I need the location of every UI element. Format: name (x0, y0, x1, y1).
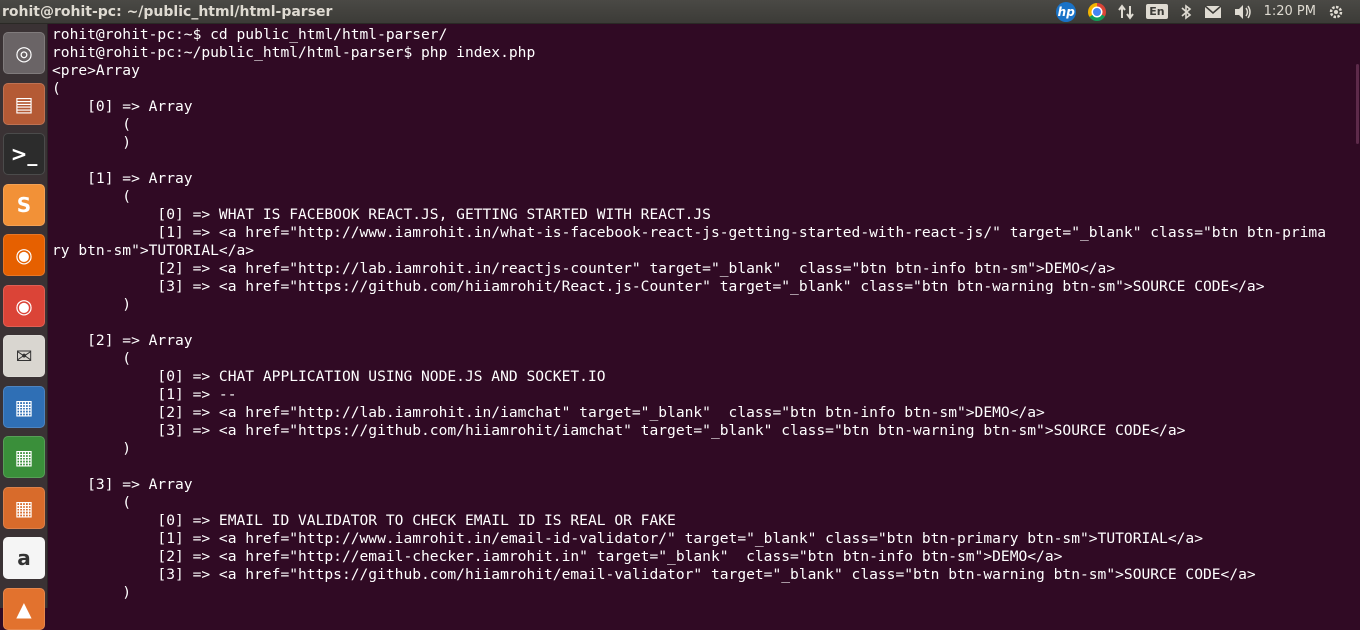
impress-icon-glyph: ▦ (14, 495, 34, 520)
indicator-area: hp En 1:20 PM (1050, 0, 1360, 24)
terminal-line: ) (52, 296, 132, 313)
terminal-line: ( (52, 494, 132, 511)
terminal-line: [1] => <a href="http://www.iamrohit.in/w… (52, 224, 1326, 241)
keyboard-lang-label: En (1146, 4, 1168, 19)
hp-logo: hp (1056, 1, 1077, 22)
network-arrows-icon[interactable] (1118, 0, 1135, 24)
terminal-line: rohit@rohit-pc:~$ cd public_html/html-pa… (52, 26, 448, 43)
ubuntu-dash-icon[interactable]: ◎ (3, 32, 45, 74)
launcher: ◎ ▤ >_ S ◉ ◉ ✉ ▦ ▦ ▦ a ▲ (0, 24, 48, 630)
terminal-line: [1] => Array (52, 170, 193, 187)
mail-icon[interactable] (1204, 0, 1222, 24)
amazon-icon[interactable]: a (3, 537, 45, 579)
terminal-line: [2] => <a href="http://email-checker.iam… (52, 548, 1063, 565)
terminal-line: [1] => -- (52, 386, 237, 403)
clock-label: 1:20 PM (1263, 4, 1316, 19)
terminal-line: ) (52, 134, 132, 151)
terminal-line: [2] => <a href="http://lab.iamrohit.in/i… (52, 404, 1045, 421)
terminal-line: ( (52, 350, 132, 367)
terminal-scrollbar[interactable] (1354, 24, 1360, 608)
chrome-icon[interactable]: ◉ (3, 284, 45, 327)
writer-icon-glyph: ▦ (14, 394, 34, 419)
volume-icon[interactable] (1234, 0, 1252, 24)
software-center-icon[interactable]: ▲ (3, 587, 45, 630)
impress-icon[interactable]: ▦ (3, 486, 45, 529)
mail-glyph (1204, 4, 1222, 18)
software-center-icon-glyph: ▲ (16, 596, 32, 621)
terminal-line: [3] => <a href="https://github.com/hiiam… (52, 422, 1186, 439)
chrome-icon[interactable] (1088, 0, 1107, 24)
terminal-line: ) (52, 440, 132, 457)
terminal-line: [0] => Array (52, 98, 193, 115)
terminal-window[interactable]: rohit@rohit-pc:~$ cd public_html/html-pa… (48, 24, 1360, 608)
writer-icon[interactable]: ▦ (3, 385, 45, 428)
clock[interactable]: 1:20 PM (1264, 0, 1316, 24)
volume-glyph (1234, 4, 1251, 19)
terminal-line: rohit@rohit-pc:~/public_html/html-parser… (52, 44, 536, 61)
mail-client-icon-glyph: ✉ (15, 344, 33, 368)
scroll-thumb[interactable] (1356, 64, 1359, 144)
terminal-icon-glyph: >_ (10, 142, 38, 166)
window-title: rohit@rohit-pc: ~/public_html/html-parse… (2, 3, 333, 20)
firefox-icon[interactable]: ◉ (3, 234, 45, 276)
terminal-line: [0] => CHAT APPLICATION USING NODE.JS AN… (52, 368, 606, 385)
terminal-line: [0] => WHAT IS FACEBOOK REACT.JS, GETTIN… (52, 206, 711, 223)
ubuntu-dash-icon-glyph: ◎ (15, 41, 33, 65)
sublime-text-icon-glyph: S (16, 192, 32, 217)
terminal-line: [3] => <a href="https://github.com/hiiam… (52, 278, 1265, 295)
terminal-line: ( (52, 80, 61, 97)
amazon-icon-glyph: a (17, 546, 31, 570)
gear-glyph (1329, 5, 1343, 18)
terminal-icon[interactable]: >_ (3, 133, 45, 175)
terminal-line: ry btn-sm">TUTORIAL</a> (52, 242, 255, 259)
terminal-line: [1] => <a href="http://www.iamrohit.in/e… (52, 530, 1203, 547)
terminal-line: [3] => Array (52, 476, 193, 493)
terminal-line: ( (52, 188, 132, 205)
terminal-output[interactable]: rohit@rohit-pc:~$ cd public_html/html-pa… (52, 26, 1348, 608)
calc-icon[interactable]: ▦ (3, 436, 45, 478)
files-icon[interactable]: ▤ (3, 82, 45, 125)
terminal-line: [2] => Array (52, 332, 193, 349)
chrome-icon-glyph: ◉ (15, 293, 33, 318)
keyboard-lang-icon[interactable]: En (1146, 0, 1168, 24)
bluetooth-icon[interactable] (1180, 0, 1192, 24)
chrome-logo (1088, 2, 1107, 21)
calc-icon-glyph: ▦ (14, 445, 34, 469)
sublime-text-icon[interactable]: S (3, 183, 45, 226)
terminal-line: ) (52, 584, 132, 601)
terminal-line: <pre>Array (52, 62, 140, 79)
firefox-icon-glyph: ◉ (15, 243, 33, 267)
terminal-line: [2] => <a href="http://lab.iamrohit.in/r… (52, 260, 1116, 277)
files-icon-glyph: ▤ (14, 91, 34, 116)
network-arrows-glyph (1118, 3, 1135, 20)
hp-icon[interactable]: hp (1056, 0, 1077, 24)
terminal-line: ( (52, 116, 132, 133)
mail-client-icon[interactable]: ✉ (3, 335, 45, 377)
gear-icon[interactable] (1328, 0, 1344, 24)
terminal-line: [3] => <a href="https://github.com/hiiam… (52, 566, 1256, 583)
terminal-line: [0] => EMAIL ID VALIDATOR TO CHECK EMAIL… (52, 512, 676, 529)
bluetooth-glyph (1181, 3, 1191, 20)
top-panel: rohit@rohit-pc: ~/public_html/html-parse… (0, 0, 1360, 24)
